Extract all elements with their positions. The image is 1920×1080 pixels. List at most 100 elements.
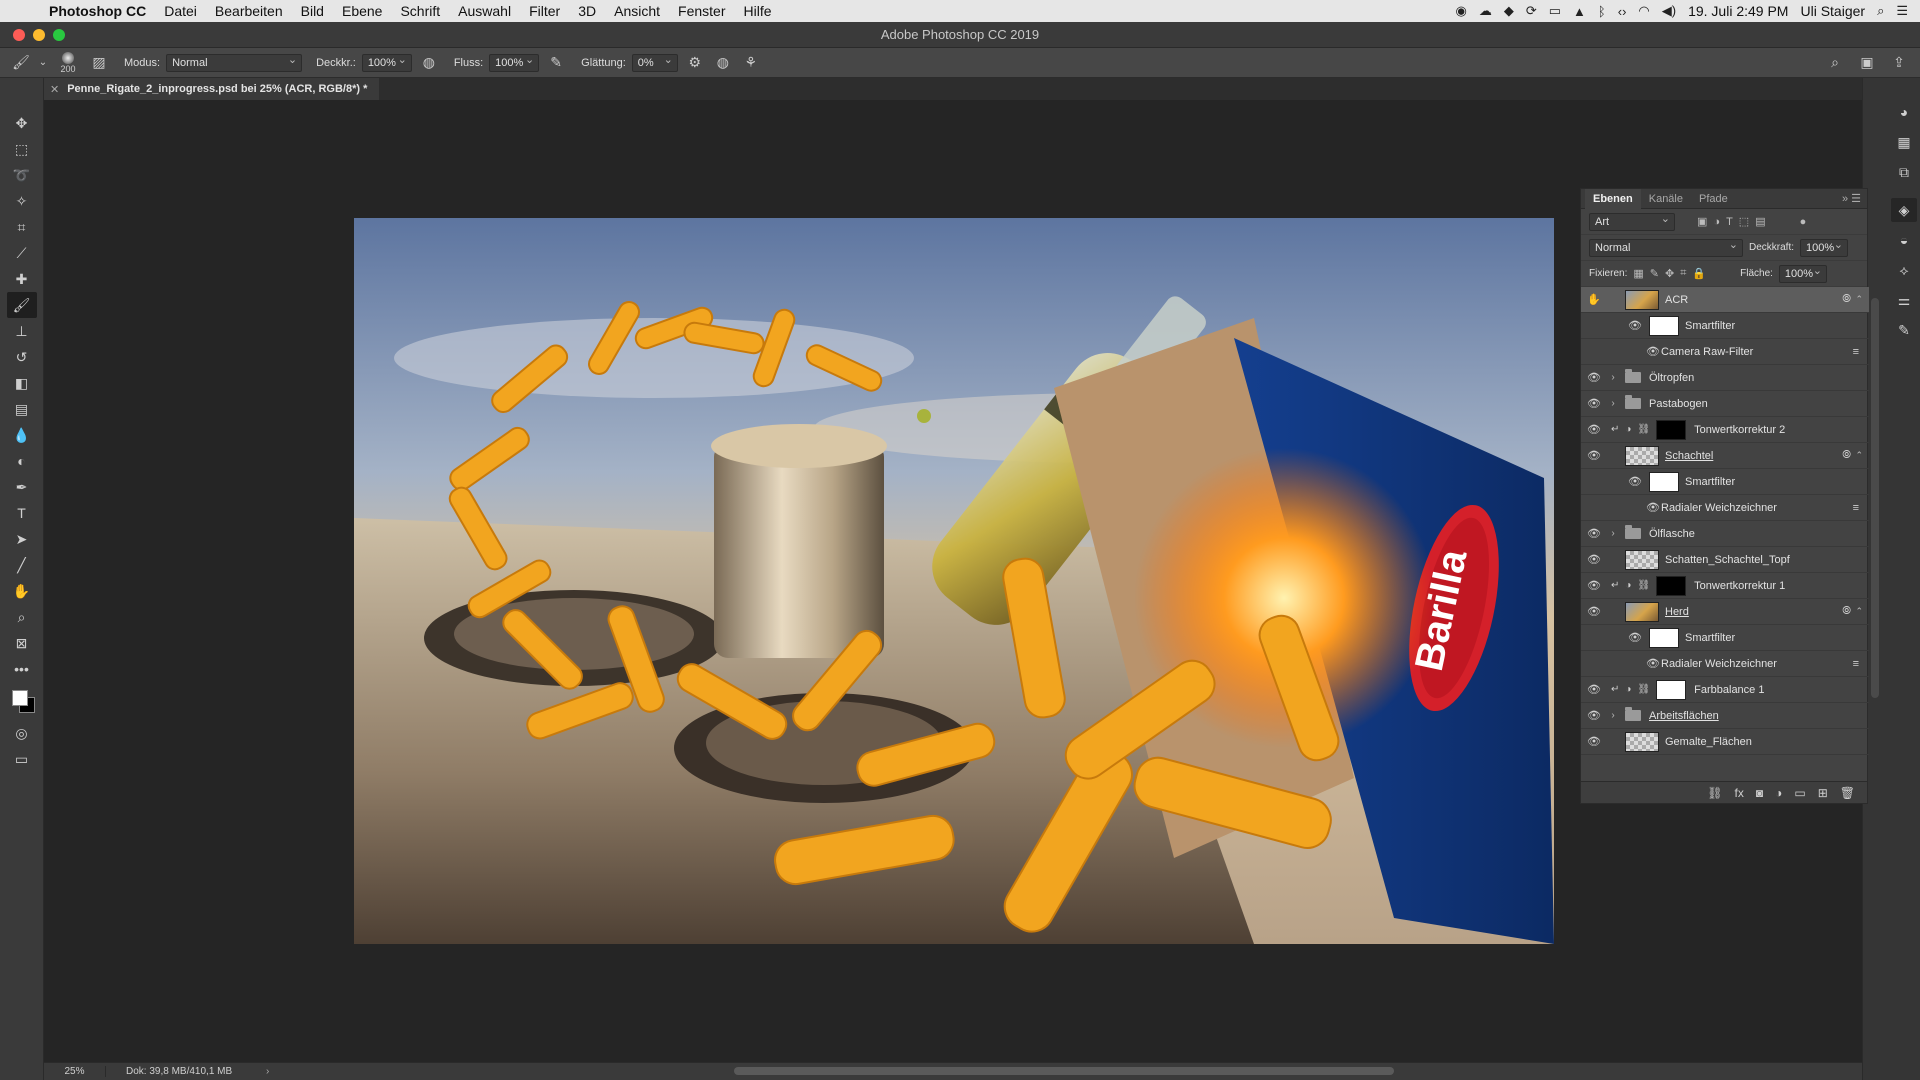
menu-schrift[interactable]: Schrift [391, 3, 449, 19]
menu-bearbeiten[interactable]: Bearbeiten [206, 3, 292, 19]
history-panel-icon[interactable]: ⧉ [1891, 160, 1917, 184]
layer-row-arbeitsflaechen[interactable]: 👁 › Arbeitsflächen [1581, 703, 1869, 729]
chevron-right-icon[interactable]: › [266, 1066, 269, 1077]
dodge-tool-icon[interactable]: ◐ [7, 448, 37, 474]
filter-type-icon[interactable]: T [1726, 216, 1733, 228]
layer-row-schachtel[interactable]: 👁 Schachtel ⦾ ⌃ [1581, 443, 1869, 469]
visibility-eye-icon[interactable]: 👁 [1581, 605, 1607, 618]
layer-row-schatten[interactable]: 👁 Schatten_Schachtel_Topf [1581, 547, 1869, 573]
alert-icon[interactable]: ▲ [1573, 4, 1586, 19]
brush-settings-panel-icon[interactable]: ✎ [1891, 318, 1917, 342]
layer-row-herd[interactable]: 👁 Herd ⦾ ⌃ [1581, 599, 1869, 625]
lock-all-icon[interactable]: 🔒 [1692, 267, 1706, 280]
chevron-down-icon[interactable]: ⌄ [38, 52, 48, 74]
menu-hilfe[interactable]: Hilfe [735, 3, 781, 19]
lock-artboard-icon[interactable]: ⌗ [1680, 267, 1686, 280]
brush-tool-icon[interactable]: 🖌 [6, 292, 37, 318]
display-icon[interactable]: ▭ [1549, 3, 1561, 19]
collapse-filters-icon[interactable]: ⌃ [1855, 294, 1863, 305]
code-icon[interactable]: ‹› [1618, 4, 1627, 19]
menubar-clock[interactable]: 19. Juli 2:49 PM [1688, 3, 1788, 19]
visibility-eye-icon[interactable]: ✋ [1581, 293, 1607, 306]
layer-row-oelflasche[interactable]: 👁 › Ölflasche [1581, 521, 1869, 547]
marquee-tool-icon[interactable]: ⬚ [7, 136, 37, 162]
horizontal-scrollbar[interactable] [734, 1067, 1394, 1075]
filter-options-icon[interactable]: ≡ [1853, 346, 1859, 358]
menu-ebene[interactable]: Ebene [333, 3, 391, 19]
artboard-tool-icon[interactable]: ⊠ [7, 630, 37, 656]
color-panel-icon[interactable]: ◕ [1891, 100, 1917, 124]
filter-options-icon[interactable]: ≡ [1853, 658, 1859, 670]
lock-image-icon[interactable]: ✎ [1650, 267, 1659, 280]
layer-row-tonwertkorrektur-1[interactable]: 👁 ↵ ◑ ⛓ Tonwertkorrektur 1 [1581, 573, 1869, 599]
new-layer-icon[interactable]: ⊞ [1818, 786, 1828, 800]
layer-mask-thumbnail[interactable] [1656, 419, 1687, 440]
cloud-icon[interactable]: ☁ [1479, 3, 1492, 19]
expand-group-icon[interactable]: › [1607, 398, 1619, 409]
libraries-panel-icon[interactable]: ▦ [1891, 130, 1917, 154]
visibility-eye-icon[interactable]: 👁 [1581, 371, 1607, 384]
document-tab[interactable]: ✕ Penne_Rigate_2_inprogress.psd bei 25% … [44, 78, 380, 100]
visibility-eye-icon[interactable]: 👁 [1581, 553, 1607, 566]
layer-row-pastabogen[interactable]: 👁 › Pastabogen [1581, 391, 1869, 417]
lasso-tool-icon[interactable]: ➰ [7, 162, 37, 188]
layer-filter-kind-dropdown[interactable]: Art [1589, 211, 1675, 231]
smoothing-input[interactable]: 0% [631, 52, 678, 72]
new-adjustment-layer-icon[interactable]: ◑ [1775, 786, 1782, 800]
layer-row-smartfilter[interactable]: 👁 Smartfilter [1581, 469, 1869, 495]
pressure-size-icon[interactable]: ◍ [712, 52, 734, 74]
share-icon[interactable]: ⇪ [1888, 52, 1910, 74]
layer-row-radial-blur[interactable]: 👁 Radialer Weichzeichner ≡ [1581, 495, 1869, 521]
search-icon[interactable]: ⌕ [1824, 52, 1846, 74]
magic-wand-tool-icon[interactable]: ✧ [7, 188, 37, 214]
document-canvas-image[interactable]: Barilla [354, 218, 1554, 944]
color-swatches[interactable] [7, 686, 37, 720]
wifi-icon[interactable]: ◠ [1638, 3, 1649, 19]
visibility-eye-icon[interactable]: 👁 [1627, 631, 1643, 644]
delete-layer-icon[interactable]: 🗑 [1840, 786, 1855, 800]
layer-row-radial-blur[interactable]: 👁 Radialer Weichzeichner ≡ [1581, 651, 1869, 677]
airbrush-icon[interactable]: ✎ [545, 52, 567, 74]
eraser-tool-icon[interactable]: ◧ [7, 370, 37, 396]
mode-dropdown[interactable]: Normal [166, 52, 303, 72]
layer-row-camera-raw-filter[interactable]: 👁 Camera Raw-Filter ≡ [1581, 339, 1869, 365]
link-layers-icon[interactable]: ⛓ [1707, 786, 1722, 800]
filter-adjustment-icon[interactable]: ◑ [1713, 216, 1720, 228]
visibility-eye-icon[interactable]: 👁 [1645, 501, 1661, 514]
smoothing-settings-gear-icon[interactable]: ⚙ [684, 52, 706, 74]
link-chain-icon[interactable]: ⛓ [1637, 424, 1650, 435]
layer-fill-input[interactable]: 100% [1778, 263, 1827, 283]
layer-row-smartfilter[interactable]: 👁 Smartfilter [1581, 625, 1869, 651]
menu-datei[interactable]: Datei [155, 3, 206, 19]
visibility-eye-icon[interactable]: 👁 [1581, 449, 1607, 462]
layer-style-fx-icon[interactable]: fx [1735, 786, 1744, 800]
bluetooth-icon[interactable]: ᛒ [1598, 4, 1606, 19]
visibility-eye-icon[interactable]: 👁 [1627, 475, 1643, 488]
expand-group-icon[interactable]: › [1607, 372, 1619, 383]
adjustments-panel-icon[interactable]: ⚌ [1891, 288, 1917, 312]
link-chain-icon[interactable]: ⛓ [1637, 580, 1650, 591]
eyedropper-tool-icon[interactable]: ⟋ [7, 240, 37, 266]
visibility-eye-icon[interactable]: 👁 [1581, 735, 1607, 748]
type-tool-icon[interactable]: T [7, 500, 37, 526]
layer-row-oeltropfen[interactable]: 👁 › Öltropfen [1581, 365, 1869, 391]
foreground-color-swatch[interactable] [11, 690, 28, 706]
menu-3d[interactable]: 3D [569, 3, 605, 19]
minimize-window-button[interactable] [33, 28, 45, 41]
close-window-button[interactable] [13, 28, 25, 41]
more-tools-icon[interactable]: ••• [7, 656, 37, 682]
brush-size-picker[interactable]: 200 [54, 50, 82, 76]
filter-pixel-icon[interactable]: ▣ [1697, 215, 1707, 228]
pen-tool-icon[interactable]: ✒ [7, 474, 37, 500]
layer-opacity-input[interactable]: 100% [1800, 237, 1849, 257]
notification-center-icon[interactable]: ☰ [1896, 3, 1908, 19]
layers-panel-icon[interactable]: ◈ [1891, 198, 1917, 222]
dropbox-icon[interactable]: ◆ [1504, 3, 1514, 19]
tab-channels[interactable]: Kanäle [1641, 189, 1691, 209]
record-icon[interactable]: ◉ [1456, 3, 1467, 19]
close-tab-icon[interactable]: ✕ [50, 83, 59, 96]
clone-stamp-tool-icon[interactable]: ⊥ [7, 318, 37, 344]
vertical-scrollbar[interactable] [1871, 298, 1879, 698]
collapse-filters-icon[interactable]: ⌃ [1855, 606, 1863, 617]
crop-tool-icon[interactable]: ⌗ [7, 214, 37, 240]
